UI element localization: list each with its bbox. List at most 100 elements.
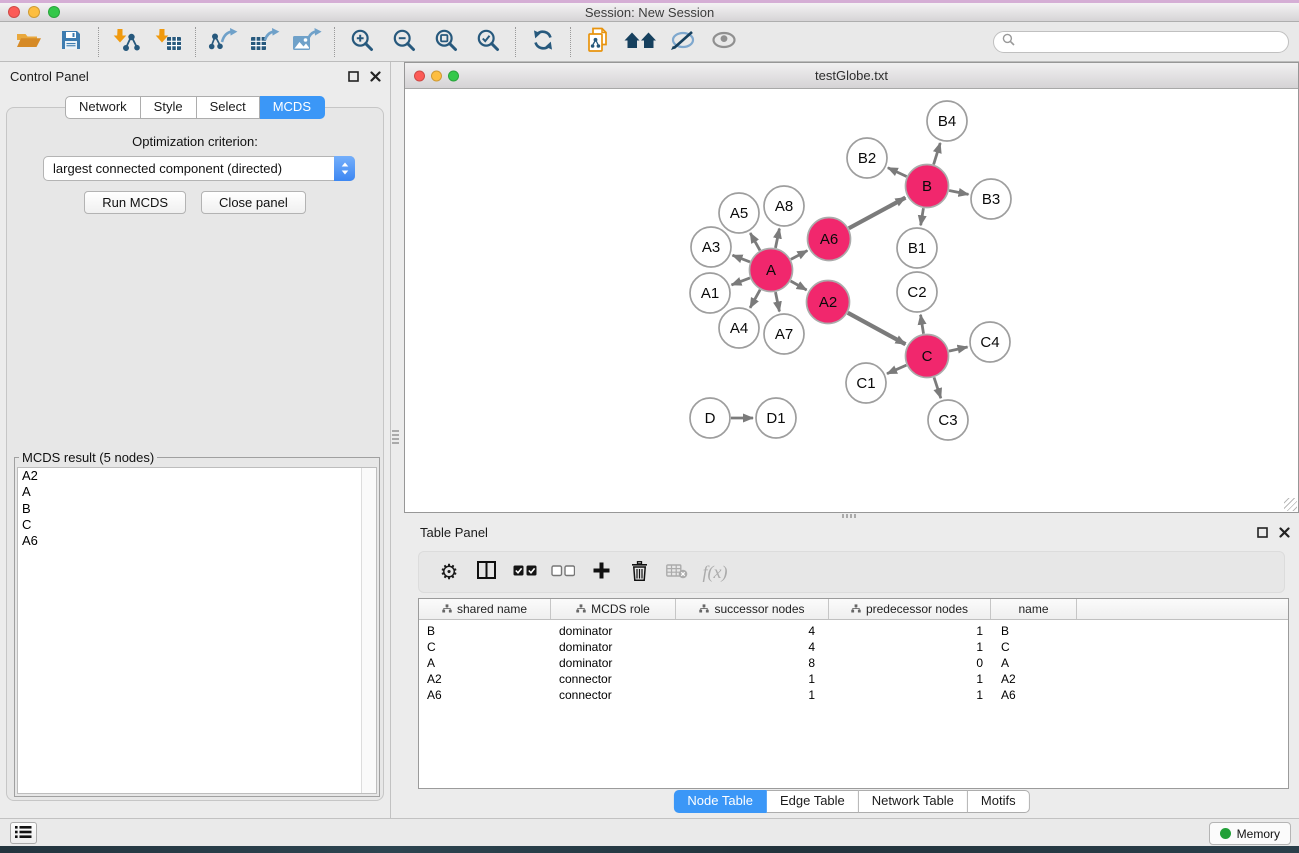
search-field[interactable] xyxy=(993,31,1289,53)
search-input[interactable] xyxy=(1015,33,1280,51)
edge-B-B3[interactable] xyxy=(949,190,968,194)
function-builder-button[interactable]: f(x) xyxy=(702,557,728,587)
titlebar[interactable]: Session: New Session xyxy=(0,3,1299,22)
import-network-button[interactable] xyxy=(105,24,147,60)
float-panel-button[interactable] xyxy=(346,69,360,83)
edge-A-A6[interactable] xyxy=(791,251,808,260)
zoom-selected-button[interactable] xyxy=(467,24,509,60)
save-session-button[interactable] xyxy=(50,24,92,60)
memory-button[interactable]: Memory xyxy=(1209,822,1291,845)
network-graph[interactable]: B4B2BB3A5A8A6B1A3AC2A1A2A4A7C4CC1DD1C3 xyxy=(405,89,1298,512)
zoom-fit-button[interactable] xyxy=(425,24,467,60)
network-window-titlebar[interactable]: testGlobe.txt xyxy=(405,63,1298,89)
edge-A-A1[interactable] xyxy=(732,278,750,285)
tab-select[interactable]: Select xyxy=(197,96,260,119)
edge-C-C3[interactable] xyxy=(934,377,941,398)
refresh-button[interactable] xyxy=(522,24,564,60)
control-panel-title: Control Panel xyxy=(0,62,390,90)
tab-style[interactable]: Style xyxy=(141,96,197,119)
export-image-button[interactable] xyxy=(286,24,328,60)
network-canvas[interactable]: B4B2BB3A5A8A6B1A3AC2A1A2A4A7C4CC1DD1C3 xyxy=(405,89,1298,512)
column-header-name[interactable]: name xyxy=(991,599,1077,619)
column-header-mcds-role[interactable]: MCDS role xyxy=(551,599,676,619)
select-all-columns-button[interactable] xyxy=(512,557,538,587)
edge-B-B2[interactable] xyxy=(888,168,907,177)
table-panel-title: Table Panel xyxy=(404,518,1299,546)
float-panel-button[interactable] xyxy=(1255,525,1269,539)
tab-motifs[interactable]: Motifs xyxy=(968,790,1030,813)
edge-A-A5[interactable] xyxy=(750,233,760,250)
mcds-result-item[interactable]: A6 xyxy=(18,533,376,549)
edge-A2-C[interactable] xyxy=(848,313,906,344)
close-panel-button[interactable] xyxy=(1277,525,1291,539)
zoom-out-button[interactable] xyxy=(383,24,425,60)
minimize-view-button[interactable] xyxy=(431,70,442,81)
zoom-fit-icon xyxy=(434,28,458,55)
table-row[interactable]: A2connector11A2 xyxy=(419,671,1288,687)
column-header-successor-nodes[interactable]: successor nodes xyxy=(676,599,829,619)
column-header-shared-name[interactable]: shared name xyxy=(419,599,551,619)
delete-table-button[interactable] xyxy=(664,557,690,587)
table-row[interactable]: Adominator80A xyxy=(419,655,1288,671)
tab-edge-table[interactable]: Edge Table xyxy=(767,790,859,813)
mcds-result-item[interactable]: A xyxy=(18,484,376,500)
gear-button[interactable]: ⚙ xyxy=(436,557,462,587)
minimize-window-button[interactable] xyxy=(28,6,40,18)
open-session-button[interactable] xyxy=(8,24,50,60)
task-history-button[interactable] xyxy=(10,822,37,844)
node-label-C4: C4 xyxy=(980,334,999,351)
import-table-button[interactable] xyxy=(147,24,189,60)
close-window-button[interactable] xyxy=(8,6,20,18)
mcds-result-list[interactable]: A2ABCA6 xyxy=(17,467,377,794)
table-cell: B xyxy=(419,623,551,639)
zoom-view-button[interactable] xyxy=(448,70,459,81)
column-header-predecessor-nodes[interactable]: predecessor nodes xyxy=(829,599,991,619)
clone-network-button[interactable] xyxy=(577,24,619,60)
add-column-button[interactable] xyxy=(588,557,614,587)
edge-A-A4[interactable] xyxy=(750,290,760,308)
column-view-button[interactable] xyxy=(474,557,500,587)
table-row[interactable]: Bdominator41B xyxy=(419,623,1288,639)
table-row[interactable]: A6connector11A6 xyxy=(419,687,1288,703)
edge-A-A2[interactable] xyxy=(791,281,807,290)
close-panel-button[interactable] xyxy=(368,69,382,83)
delete-column-button[interactable] xyxy=(626,557,652,587)
edge-C-C4[interactable] xyxy=(949,347,968,351)
edge-A-A3[interactable] xyxy=(732,255,750,262)
table-cell: A2 xyxy=(991,671,1077,687)
criterion-dropdown[interactable]: largest connected component (directed) xyxy=(43,156,355,181)
hide-graphics-details-button[interactable] xyxy=(661,24,703,60)
zoom-in-button[interactable] xyxy=(341,24,383,60)
mcds-result-item[interactable]: B xyxy=(18,501,376,517)
close-view-button[interactable] xyxy=(414,70,425,81)
tab-node-table[interactable]: Node Table xyxy=(673,790,767,813)
scrollbar-track[interactable] xyxy=(361,468,376,793)
zoom-window-button[interactable] xyxy=(48,6,60,18)
mcds-result-item[interactable]: A2 xyxy=(18,468,376,484)
edge-B-B1[interactable] xyxy=(921,208,924,225)
resize-grip[interactable] xyxy=(1284,498,1297,511)
edge-A-A7[interactable] xyxy=(775,292,779,311)
edge-B-B4[interactable] xyxy=(934,143,941,165)
mcds-result-item[interactable]: C xyxy=(18,517,376,533)
tree-sort-icon xyxy=(576,602,586,616)
tab-network[interactable]: Network xyxy=(65,96,141,119)
edge-C-C1[interactable] xyxy=(887,365,906,374)
export-table-button[interactable] xyxy=(244,24,286,60)
memory-label: Memory xyxy=(1237,827,1280,841)
tab-mcds[interactable]: MCDS xyxy=(260,96,325,119)
edge-C-C2[interactable] xyxy=(921,315,924,334)
close-panel-button-inner[interactable]: Close panel xyxy=(201,191,306,214)
table-row[interactable]: Cdominator41C xyxy=(419,639,1288,655)
splitter-handle[interactable] xyxy=(392,430,399,446)
show-graphics-details-button[interactable] xyxy=(703,24,745,60)
run-mcds-button[interactable]: Run MCDS xyxy=(84,191,186,214)
deselect-all-columns-button[interactable] xyxy=(550,557,576,587)
import-table-icon xyxy=(154,28,182,55)
edge-A6-B[interactable] xyxy=(849,198,906,229)
tab-network-table[interactable]: Network Table xyxy=(859,790,968,813)
home-layout-button[interactable] xyxy=(619,24,661,60)
mcds-result-group: MCDS result (5 nodes) A2ABCA6 xyxy=(14,450,380,797)
export-network-button[interactable] xyxy=(202,24,244,60)
edge-A-A8[interactable] xyxy=(775,229,779,248)
